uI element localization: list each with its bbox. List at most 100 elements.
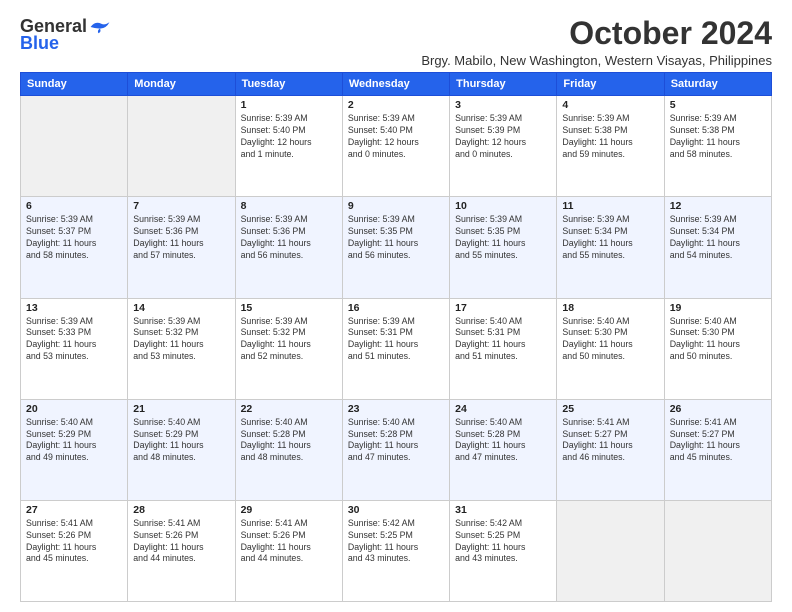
day-info: Sunrise: 5:40 AM Sunset: 5:28 PM Dayligh… [241, 417, 337, 465]
table-row: 7 Sunrise: 5:39 AM Sunset: 5:36 PM Daylig… [128, 197, 235, 298]
title-section: October 2024 Brgy. Mabilo, New Washingto… [421, 16, 772, 68]
day-number: 14 [133, 302, 229, 314]
day-number: 29 [241, 504, 337, 516]
day-number: 15 [241, 302, 337, 314]
calendar-week-row: 27 Sunrise: 5:41 AM Sunset: 5:26 PM Dayli… [21, 500, 772, 601]
day-number: 9 [348, 200, 444, 212]
day-info: Sunrise: 5:40 AM Sunset: 5:28 PM Dayligh… [348, 417, 444, 465]
day-info: Sunrise: 5:40 AM Sunset: 5:28 PM Dayligh… [455, 417, 551, 465]
day-number: 31 [455, 504, 551, 516]
table-row: 3Sunrise: 5:39 AM Sunset: 5:39 PM Daylig… [450, 96, 557, 197]
col-sunday: Sunday [21, 73, 128, 96]
day-info: Sunrise: 5:39 AM Sunset: 5:32 PM Dayligh… [133, 316, 229, 364]
day-number: 30 [348, 504, 444, 516]
table-row: 28 Sunrise: 5:41 AM Sunset: 5:26 PM Dayli… [128, 500, 235, 601]
day-number: 24 [455, 403, 551, 415]
table-row: 8 Sunrise: 5:39 AM Sunset: 5:36 PM Daylig… [235, 197, 342, 298]
calendar-header-row: Sunday Monday Tuesday Wednesday Thursday… [21, 73, 772, 96]
logo: General Blue [20, 16, 111, 54]
day-number: 20 [26, 403, 122, 415]
day-info: Sunrise: 5:39 AM Sunset: 5:40 PM Dayligh… [241, 113, 337, 161]
table-row: 4 Sunrise: 5:39 AM Sunset: 5:38 PM Daylig… [557, 96, 664, 197]
day-number: 28 [133, 504, 229, 516]
table-row: 15 Sunrise: 5:39 AM Sunset: 5:32 PM Dayli… [235, 298, 342, 399]
day-number: 11 [562, 200, 658, 212]
day-info: Sunrise: 5:40 AM Sunset: 5:30 PM Dayligh… [670, 316, 766, 364]
table-row [21, 96, 128, 197]
day-info: Sunrise: 5:39 AM Sunset: 5:32 PM Dayligh… [241, 316, 337, 364]
calendar-week-row: 13 Sunrise: 5:39 AM Sunset: 5:33 PM Dayli… [21, 298, 772, 399]
col-monday: Monday [128, 73, 235, 96]
day-number: 4 [562, 99, 658, 111]
day-number: 17 [455, 302, 551, 314]
table-row: 6 Sunrise: 5:39 AM Sunset: 5:37 PM Daylig… [21, 197, 128, 298]
day-number: 27 [26, 504, 122, 516]
day-info: Sunrise: 5:39 AM Sunset: 5:36 PM Dayligh… [133, 214, 229, 262]
day-info: Sunrise: 5:42 AM Sunset: 5:25 PM Dayligh… [455, 518, 551, 566]
day-info: Sunrise: 5:39 AM Sunset: 5:34 PM Dayligh… [562, 214, 658, 262]
day-info: Sunrise: 5:40 AM Sunset: 5:31 PM Dayligh… [455, 316, 551, 364]
calendar-table: Sunday Monday Tuesday Wednesday Thursday… [20, 72, 772, 602]
day-info: Sunrise: 5:39 AM Sunset: 5:39 PM Dayligh… [455, 113, 551, 161]
day-number: 13 [26, 302, 122, 314]
col-tuesday: Tuesday [235, 73, 342, 96]
day-info: Sunrise: 5:41 AM Sunset: 5:26 PM Dayligh… [133, 518, 229, 566]
table-row: 22 Sunrise: 5:40 AM Sunset: 5:28 PM Dayli… [235, 399, 342, 500]
table-row: 5 Sunrise: 5:39 AM Sunset: 5:38 PM Daylig… [664, 96, 771, 197]
table-row: 23 Sunrise: 5:40 AM Sunset: 5:28 PM Dayli… [342, 399, 449, 500]
day-info: Sunrise: 5:40 AM Sunset: 5:29 PM Dayligh… [26, 417, 122, 465]
col-friday: Friday [557, 73, 664, 96]
day-info: Sunrise: 5:42 AM Sunset: 5:25 PM Dayligh… [348, 518, 444, 566]
calendar-week-row: 1 Sunrise: 5:39 AM Sunset: 5:40 PM Daylig… [21, 96, 772, 197]
table-row: 27 Sunrise: 5:41 AM Sunset: 5:26 PM Dayli… [21, 500, 128, 601]
table-row [128, 96, 235, 197]
page: General Blue October 2024 Brgy. Mabilo, … [0, 0, 792, 612]
day-number: 8 [241, 200, 337, 212]
day-info: Sunrise: 5:39 AM Sunset: 5:36 PM Dayligh… [241, 214, 337, 262]
day-info: Sunrise: 5:41 AM Sunset: 5:27 PM Dayligh… [670, 417, 766, 465]
table-row: 1 Sunrise: 5:39 AM Sunset: 5:40 PM Daylig… [235, 96, 342, 197]
table-row: 13 Sunrise: 5:39 AM Sunset: 5:33 PM Dayli… [21, 298, 128, 399]
table-row: 20 Sunrise: 5:40 AM Sunset: 5:29 PM Dayli… [21, 399, 128, 500]
table-row: 24 Sunrise: 5:40 AM Sunset: 5:28 PM Dayli… [450, 399, 557, 500]
day-info: Sunrise: 5:41 AM Sunset: 5:26 PM Dayligh… [26, 518, 122, 566]
table-row: 19Sunrise: 5:40 AM Sunset: 5:30 PM Dayli… [664, 298, 771, 399]
day-number: 6 [26, 200, 122, 212]
table-row: 31 Sunrise: 5:42 AM Sunset: 5:25 PM Dayli… [450, 500, 557, 601]
col-saturday: Saturday [664, 73, 771, 96]
logo-bird-icon [89, 18, 111, 36]
day-number: 16 [348, 302, 444, 314]
day-number: 7 [133, 200, 229, 212]
day-number: 22 [241, 403, 337, 415]
day-info: Sunrise: 5:39 AM Sunset: 5:34 PM Dayligh… [670, 214, 766, 262]
day-info: Sunrise: 5:39 AM Sunset: 5:38 PM Dayligh… [562, 113, 658, 161]
table-row: 11 Sunrise: 5:39 AM Sunset: 5:34 PM Dayli… [557, 197, 664, 298]
day-number: 26 [670, 403, 766, 415]
day-info: Sunrise: 5:39 AM Sunset: 5:31 PM Dayligh… [348, 316, 444, 364]
day-info: Sunrise: 5:40 AM Sunset: 5:30 PM Dayligh… [562, 316, 658, 364]
day-info: Sunrise: 5:41 AM Sunset: 5:27 PM Dayligh… [562, 417, 658, 465]
day-info: Sunrise: 5:39 AM Sunset: 5:35 PM Dayligh… [455, 214, 551, 262]
month-title: October 2024 [421, 16, 772, 51]
table-row: 26 Sunrise: 5:41 AM Sunset: 5:27 PM Dayli… [664, 399, 771, 500]
day-info: Sunrise: 5:39 AM Sunset: 5:35 PM Dayligh… [348, 214, 444, 262]
day-info: Sunrise: 5:40 AM Sunset: 5:29 PM Dayligh… [133, 417, 229, 465]
table-row: 2Sunrise: 5:39 AM Sunset: 5:40 PM Daylig… [342, 96, 449, 197]
day-number: 1 [241, 99, 337, 111]
day-number: 12 [670, 200, 766, 212]
day-number: 5 [670, 99, 766, 111]
day-info: Sunrise: 5:41 AM Sunset: 5:26 PM Dayligh… [241, 518, 337, 566]
day-number: 10 [455, 200, 551, 212]
table-row [664, 500, 771, 601]
day-info: Sunrise: 5:39 AM Sunset: 5:38 PM Dayligh… [670, 113, 766, 161]
day-number: 23 [348, 403, 444, 415]
day-number: 21 [133, 403, 229, 415]
logo-blue: Blue [20, 33, 59, 54]
day-info: Sunrise: 5:39 AM Sunset: 5:37 PM Dayligh… [26, 214, 122, 262]
table-row: 14 Sunrise: 5:39 AM Sunset: 5:32 PM Dayli… [128, 298, 235, 399]
table-row: 21 Sunrise: 5:40 AM Sunset: 5:29 PM Dayli… [128, 399, 235, 500]
day-number: 25 [562, 403, 658, 415]
table-row: 30 Sunrise: 5:42 AM Sunset: 5:25 PM Dayli… [342, 500, 449, 601]
day-info: Sunrise: 5:39 AM Sunset: 5:33 PM Dayligh… [26, 316, 122, 364]
col-wednesday: Wednesday [342, 73, 449, 96]
